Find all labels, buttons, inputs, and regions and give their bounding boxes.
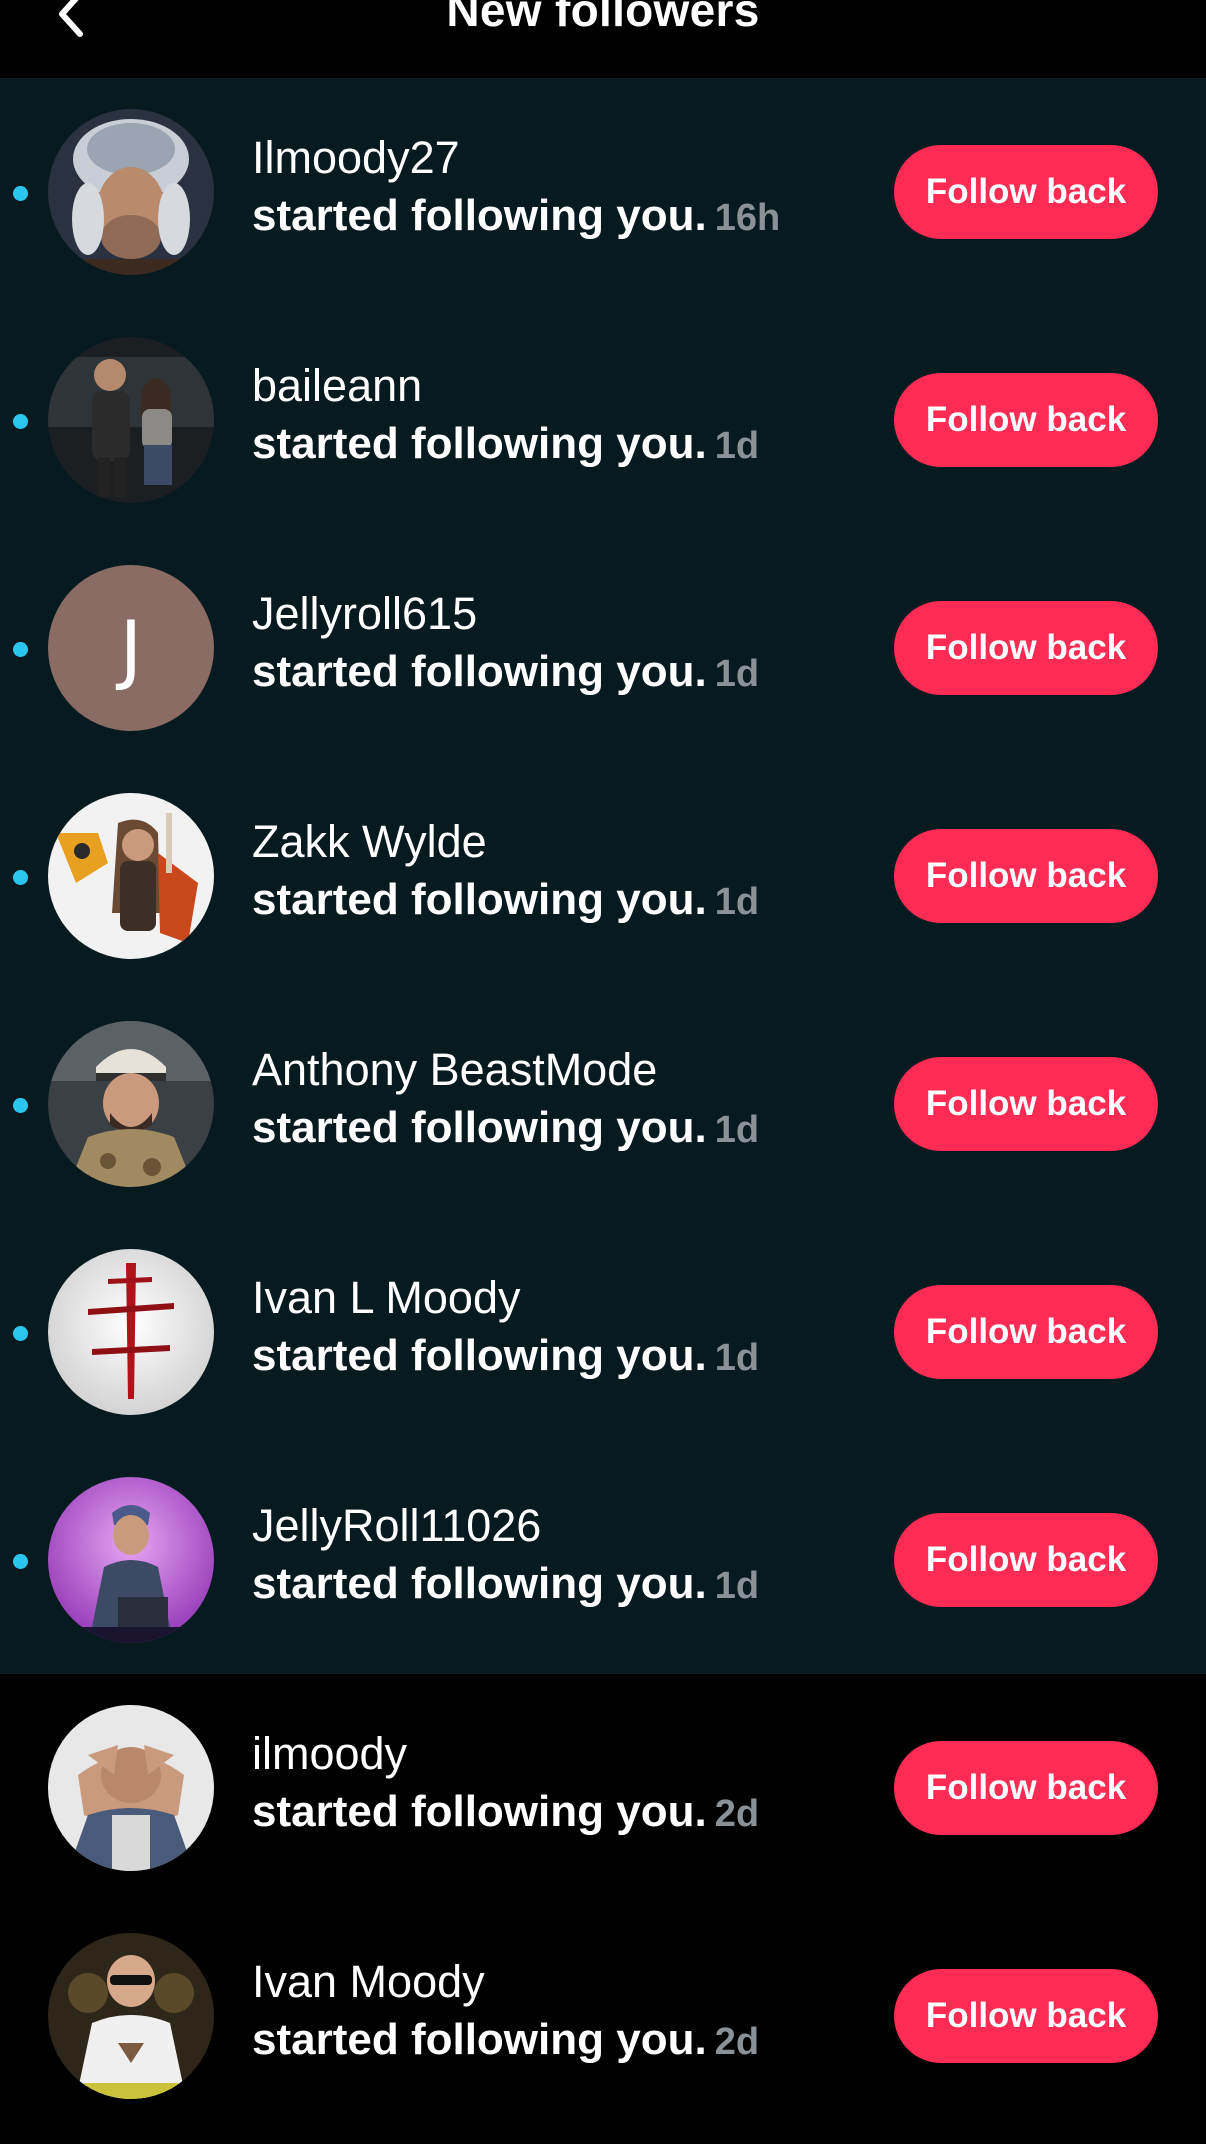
notification-line: started following you. 16h bbox=[252, 186, 872, 248]
avatar[interactable] bbox=[48, 1021, 214, 1187]
notification-text: Ivan L Moody started following you. 1d bbox=[252, 1270, 872, 1388]
notification-line: started following you. 1d bbox=[252, 1098, 872, 1160]
follow-back-button[interactable]: Follow back bbox=[894, 1285, 1158, 1379]
follower-username[interactable]: JellyRoll11026 bbox=[252, 1498, 872, 1554]
avatar[interactable] bbox=[48, 1705, 214, 1871]
avatar[interactable] bbox=[48, 1477, 214, 1643]
unread-dot bbox=[13, 1554, 28, 1569]
notification-line: started following you. 1d bbox=[252, 1326, 872, 1388]
notification-text: ilmoody started following you. 2d bbox=[252, 1726, 872, 1844]
follower-row[interactable]: baileann started following you. 1d Follow… bbox=[0, 306, 1206, 534]
avatar[interactable] bbox=[48, 109, 214, 275]
follower-row[interactable]: JellyRoll11026 started following you. 1d … bbox=[0, 1446, 1206, 1674]
notification-text: Zakk Wylde started following you. 1d bbox=[252, 814, 872, 932]
follower-username[interactable]: Anthony BeastMode bbox=[252, 1042, 872, 1098]
time-ago: 1d bbox=[714, 653, 760, 695]
action-text: started following you. bbox=[252, 1331, 707, 1380]
follower-row[interactable]: Anthony BeastMode started following you.… bbox=[0, 990, 1206, 1218]
follower-username[interactable]: ilmoody bbox=[252, 1726, 872, 1782]
unread-dot bbox=[13, 1098, 28, 1113]
follower-username[interactable]: Ivan Moody bbox=[252, 1954, 872, 2010]
follower-row[interactable]: ilmoody started following you. 2d Follow … bbox=[0, 1674, 1206, 1902]
action-text: started following you. bbox=[252, 647, 707, 696]
top-bar: New followers bbox=[0, 0, 1206, 78]
follow-back-button[interactable]: Follow back bbox=[894, 1513, 1158, 1607]
followers-list: Ilmoody27 started following you. 16h Foll… bbox=[0, 78, 1206, 2130]
follower-row[interactable]: Ilmoody27 started following you. 16h Foll… bbox=[0, 78, 1206, 306]
follower-username[interactable]: Ivan L Moody bbox=[252, 1270, 872, 1326]
notification-text: Anthony BeastMode started following you.… bbox=[252, 1042, 872, 1160]
follow-back-button[interactable]: Follow back bbox=[894, 1969, 1158, 2063]
notification-line: started following you. 2d bbox=[252, 2010, 872, 2072]
avatar[interactable] bbox=[48, 1249, 214, 1415]
notification-line: started following you. 1d bbox=[252, 414, 872, 476]
action-text: started following you. bbox=[252, 1103, 707, 1152]
notification-text: Ivan Moody started following you. 2d bbox=[252, 1954, 872, 2072]
notification-line: started following you. 1d bbox=[252, 870, 872, 932]
notification-text: baileann started following you. 1d bbox=[252, 358, 872, 476]
follow-back-button[interactable]: Follow back bbox=[894, 1057, 1158, 1151]
action-text: started following you. bbox=[252, 1787, 707, 1836]
follower-username[interactable]: Ilmoody27 bbox=[252, 130, 872, 186]
action-text: started following you. bbox=[252, 1559, 707, 1608]
follow-back-button[interactable]: Follow back bbox=[894, 1741, 1158, 1835]
follower-row[interactable]: Ivan Moody started following you. 2d Foll… bbox=[0, 1902, 1206, 2130]
page-title: New followers bbox=[446, 0, 760, 36]
unread-dot bbox=[13, 870, 28, 885]
notification-text: Ilmoody27 started following you. 16h bbox=[252, 130, 872, 248]
action-text: started following you. bbox=[252, 191, 707, 240]
avatar[interactable]: J bbox=[48, 565, 214, 731]
follower-username[interactable]: Zakk Wylde bbox=[252, 814, 872, 870]
action-text: started following you. bbox=[252, 419, 707, 468]
notification-line: started following you. 1d bbox=[252, 1554, 872, 1616]
notification-line: started following you. 1d bbox=[252, 642, 872, 704]
unread-dot bbox=[13, 642, 28, 657]
time-ago: 1d bbox=[714, 881, 760, 923]
follow-back-button[interactable]: Follow back bbox=[894, 145, 1158, 239]
unread-dot bbox=[13, 414, 28, 429]
follow-back-button[interactable]: Follow back bbox=[894, 601, 1158, 695]
avatar-initial: J bbox=[119, 603, 143, 693]
time-ago: 1d bbox=[714, 1565, 760, 1607]
follow-back-button[interactable]: Follow back bbox=[894, 829, 1158, 923]
follower-row[interactable]: Ivan L Moody started following you. 1d Fo… bbox=[0, 1218, 1206, 1446]
follower-row[interactable]: Zakk Wylde started following you. 1d Foll… bbox=[0, 762, 1206, 990]
action-text: started following you. bbox=[252, 2015, 707, 2064]
action-text: started following you. bbox=[252, 875, 707, 924]
follower-username[interactable]: baileann bbox=[252, 358, 872, 414]
follower-username[interactable]: Jellyroll615 bbox=[252, 586, 872, 642]
notification-line: started following you. 2d bbox=[252, 1782, 872, 1844]
time-ago: 2d bbox=[714, 1793, 760, 1835]
time-ago: 16h bbox=[714, 197, 781, 239]
time-ago: 2d bbox=[714, 2021, 760, 2063]
follower-row[interactable]: J Jellyroll615 started following you. 1d … bbox=[0, 534, 1206, 762]
time-ago: 1d bbox=[714, 1109, 760, 1151]
avatar[interactable] bbox=[48, 793, 214, 959]
unread-dot bbox=[13, 186, 28, 201]
avatar[interactable] bbox=[48, 337, 214, 503]
avatar[interactable] bbox=[48, 1933, 214, 2099]
time-ago: 1d bbox=[714, 425, 760, 467]
follow-back-button[interactable]: Follow back bbox=[894, 373, 1158, 467]
time-ago: 1d bbox=[714, 1337, 760, 1379]
notification-text: Jellyroll615 started following you. 1d bbox=[252, 586, 872, 704]
notification-text: JellyRoll11026 started following you. 1d bbox=[252, 1498, 872, 1616]
unread-dot bbox=[13, 1326, 28, 1341]
